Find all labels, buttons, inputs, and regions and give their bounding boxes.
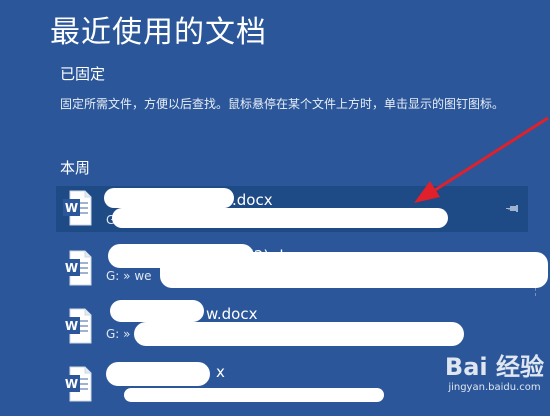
scrollbar[interactable] (535, 256, 550, 296)
watermark-url: jingyan.baidu.com (448, 382, 541, 393)
watermark: Bai 经验 jingyan.baidu.com (445, 354, 544, 394)
watermark-logo: Bai 经验 (444, 353, 544, 381)
annotation-arrow (414, 116, 549, 203)
